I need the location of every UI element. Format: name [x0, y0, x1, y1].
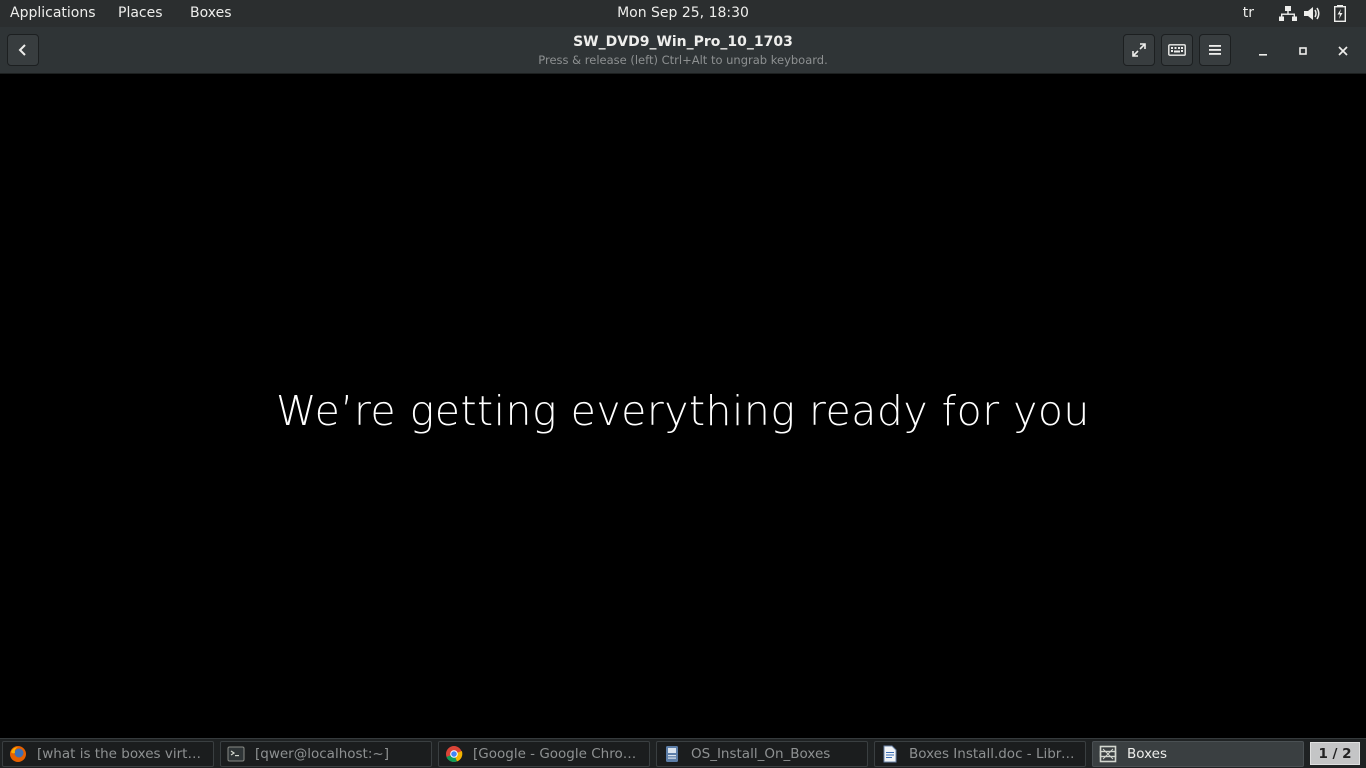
task-label: [qwer@localhost:~] [255, 746, 389, 762]
task-terminal[interactable]: [qwer@localhost:~] [220, 741, 432, 767]
back-button[interactable] [7, 34, 39, 66]
task-boxes[interactable]: Boxes [1092, 741, 1304, 767]
fullscreen-button[interactable] [1123, 34, 1155, 66]
task-chrome[interactable]: [Google - Google Chrome] [438, 741, 650, 767]
chrome-icon [446, 746, 463, 763]
volume-icon[interactable] [1303, 5, 1321, 22]
window-list: [what is the boxes virtual ... [qwer@loc… [0, 738, 1366, 768]
network-icon[interactable] [1279, 5, 1297, 22]
task-label: Boxes Install.doc - LibreO... [909, 746, 1079, 762]
minimize-icon [1259, 54, 1267, 56]
clock[interactable]: Mon Sep 25, 18:30 [617, 5, 749, 21]
keyboard-layout-indicator[interactable]: tr [1243, 0, 1254, 27]
task-firefox[interactable]: [what is the boxes virtual ... [2, 741, 214, 767]
task-file-manager[interactable]: OS_Install_On_Boxes [656, 741, 868, 767]
task-label: Boxes [1127, 746, 1168, 762]
boxes-app-menu[interactable]: Boxes [190, 0, 232, 27]
firefox-icon [10, 746, 26, 762]
boxes-icon [1099, 745, 1117, 763]
keyboard-icon [1168, 44, 1186, 56]
applications-menu[interactable]: Applications [10, 0, 96, 27]
task-label: [Google - Google Chrome] [473, 746, 643, 762]
close-button[interactable] [1329, 37, 1357, 65]
task-libreoffice[interactable]: Boxes Install.doc - LibreO... [874, 741, 1086, 767]
top-panel: Applications Places Boxes Mon Sep 25, 18… [0, 0, 1366, 27]
setup-status-message: We’re getting everything ready for you [276, 387, 1090, 435]
file-manager-icon [666, 746, 678, 762]
vm-display[interactable]: We’re getting everything ready for you [0, 74, 1366, 738]
task-label: OS_Install_On_Boxes [691, 746, 831, 762]
maximize-icon [1299, 47, 1307, 55]
keyboard-button[interactable] [1161, 34, 1193, 66]
header-bar: SW_DVD9_Win_Pro_10_1703 Press & release … [0, 27, 1366, 74]
back-arrow-icon [18, 44, 26, 56]
document-icon [883, 745, 897, 763]
task-label: [what is the boxes virtual ... [37, 746, 207, 762]
minimize-button[interactable] [1249, 37, 1277, 65]
maximize-button[interactable] [1289, 37, 1317, 65]
close-icon [1338, 46, 1348, 56]
places-menu[interactable]: Places [118, 0, 163, 27]
menu-button[interactable] [1199, 34, 1231, 66]
terminal-icon [227, 746, 245, 762]
menu-icon [1209, 45, 1221, 55]
battery-icon[interactable] [1331, 5, 1349, 22]
fullscreen-icon [1132, 43, 1146, 57]
workspace-switcher[interactable]: 1 / 2 [1310, 742, 1360, 765]
